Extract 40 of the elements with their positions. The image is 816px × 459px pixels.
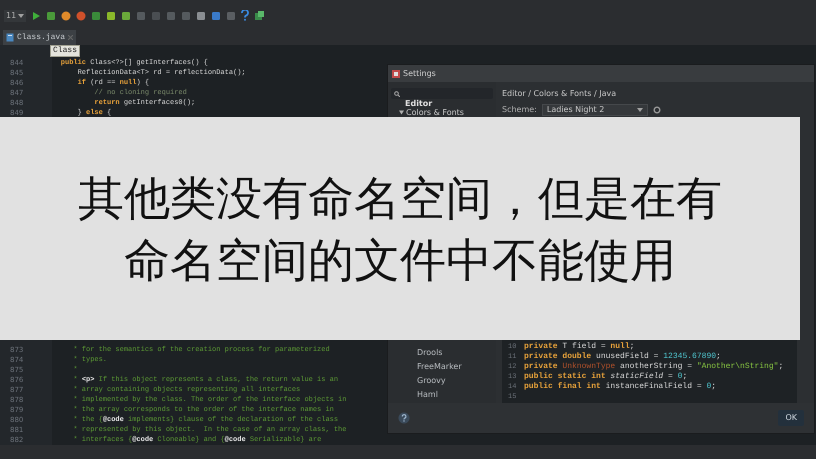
code-line: private T field = null; (524, 342, 634, 352)
toolbar-icon[interactable] (76, 10, 86, 21)
code-line: public final int instanceFinalField = 0; (524, 382, 716, 392)
caption-text: 命名空间的文件中不能使用 (124, 232, 676, 286)
toolbar-icon[interactable] (211, 10, 222, 21)
java-file-icon (6, 33, 14, 42)
help-icon[interactable] (241, 10, 250, 22)
dialog-title: Settings (403, 68, 436, 80)
editor-tab[interactable]: Class.java (3, 30, 76, 46)
tooltip: Class (50, 45, 80, 57)
tree-item[interactable]: Editor (405, 99, 432, 108)
toolbar-icon[interactable] (254, 10, 266, 22)
caret-icon (18, 14, 24, 18)
expanded-arrow-icon[interactable] (399, 110, 404, 115)
tree-item[interactable]: Haml (417, 388, 438, 402)
tree-item[interactable]: Colors & Fonts (406, 108, 464, 117)
search-icon (394, 90, 400, 96)
breadcrumb: Editor / Colors & Fonts / Java (502, 88, 618, 100)
tree-item[interactable]: Drools (417, 346, 442, 360)
caption-text: 其他类没有命名空间，但是在有 (78, 170, 722, 224)
scheme-label: Scheme: (502, 104, 537, 116)
scheme-dropdown[interactable]: Ladies Night 2 (542, 104, 648, 116)
run-config-combo[interactable]: 11 (4, 10, 26, 22)
toolbar-icon[interactable] (106, 10, 116, 21)
help-icon[interactable] (398, 412, 410, 424)
toolbar-icon[interactable] (46, 10, 56, 21)
toolbar-icon[interactable] (91, 10, 102, 21)
tree-item[interactable]: FreeMarker (417, 360, 462, 374)
code-line: private double unusedField = 12345.67890; (524, 352, 721, 362)
code-line: private UnknownType anotherString = "Another\nString"; (524, 362, 784, 372)
caret-icon (636, 108, 643, 112)
tree-item[interactable]: Groovy (417, 374, 446, 388)
ok-button[interactable]: OK (778, 410, 804, 426)
toolbar-icon[interactable] (196, 10, 206, 21)
app-icon (392, 70, 400, 78)
code-line: public static int staticField = 0; (524, 372, 688, 382)
search-field[interactable] (391, 88, 493, 99)
play-icon[interactable] (31, 10, 42, 21)
toolbar-icon[interactable] (61, 10, 72, 21)
toolbar-icon[interactable] (121, 10, 132, 21)
